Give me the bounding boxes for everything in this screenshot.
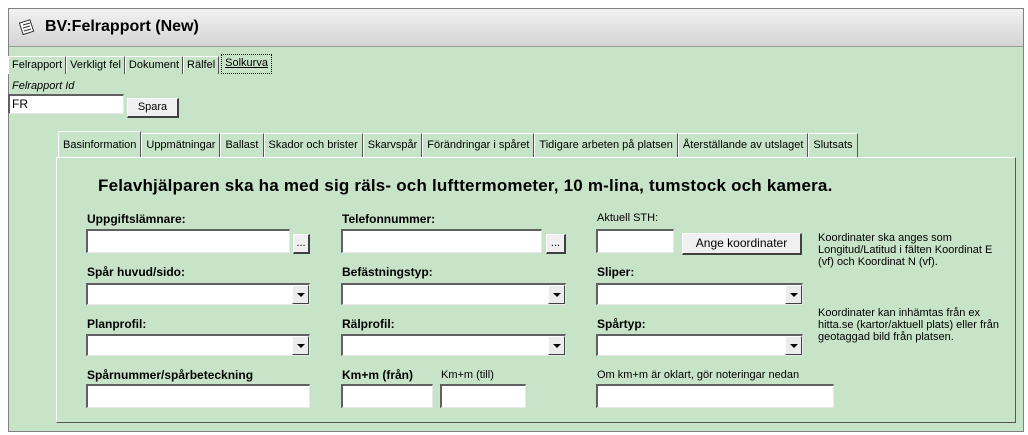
- planprofil-label: Planprofil:: [87, 317, 147, 331]
- tab-aterstallande[interactable]: Återställande av utslaget: [677, 133, 809, 157]
- planprofil-select[interactable]: [86, 334, 310, 356]
- spartyp-label: Spårtyp:: [597, 317, 646, 331]
- km-fran-field[interactable]: [341, 384, 433, 408]
- inner-tab-bar: Basinformation Uppmätningar Ballast Skad…: [58, 131, 858, 157]
- tab-uppmatningar[interactable]: Uppmätningar: [141, 133, 221, 157]
- tab-skador-och-brister[interactable]: Skador och brister: [263, 133, 363, 157]
- ralprofil-select[interactable]: [341, 334, 566, 356]
- sliper-label: Sliper:: [597, 265, 635, 279]
- tab-forandringar-i-sparet[interactable]: Förändringar i spåret: [422, 133, 535, 157]
- window-title: BV:Felrapport (New): [45, 18, 199, 35]
- form-heading: Felavhjälparen ska ha med sig räls- och …: [98, 176, 833, 195]
- befastningstyp-label: Befästningstyp:: [342, 265, 433, 279]
- befastningstyp-dropdown-arrow-icon[interactable]: [548, 285, 565, 304]
- tab-basinformation[interactable]: Basinformation: [58, 131, 142, 157]
- coordinate-note-2: Koordinater kan inhämtas från ex hitta.s…: [818, 307, 999, 343]
- uppgiftslamnare-label: Uppgiftslämnare:: [87, 212, 186, 226]
- telefonnummer-field[interactable]: [341, 229, 542, 253]
- km-till-field[interactable]: [440, 384, 526, 408]
- spar-select[interactable]: [86, 283, 310, 305]
- tab-verkligt-fel[interactable]: Verkligt fel: [66, 56, 125, 74]
- km-till-label: Km+m (till): [441, 369, 494, 381]
- tab-solkurva-label: Solkurva: [225, 57, 268, 69]
- spar-label: Spår huvud/sido:: [87, 265, 186, 279]
- tab-slutsats[interactable]: Slutsats: [808, 133, 858, 157]
- planprofil-dropdown-arrow-icon[interactable]: [292, 336, 309, 355]
- save-button[interactable]: Spara: [127, 98, 179, 118]
- telefonnummer-browse-button[interactable]: ...: [546, 234, 566, 254]
- ralprofil-dropdown-arrow-icon[interactable]: [548, 336, 565, 355]
- tab-ralfel[interactable]: Rälfel: [183, 56, 220, 74]
- spartyp-select[interactable]: [596, 334, 803, 356]
- sparnummer-label: Spårnummer/spårbeteckning: [87, 368, 254, 382]
- aktuell-sth-field[interactable]: [596, 229, 674, 253]
- tab-solkurva[interactable]: Solkurva: [221, 54, 272, 74]
- sliper-dropdown-arrow-icon[interactable]: [785, 285, 802, 304]
- report-id-field[interactable]: FR: [8, 94, 124, 114]
- km-note-field[interactable]: [596, 384, 834, 408]
- uppgiftslamnare-browse-button[interactable]: ...: [293, 234, 310, 254]
- spartyp-dropdown-arrow-icon[interactable]: [785, 336, 802, 355]
- tab-skarvspar[interactable]: Skarvspår: [362, 133, 423, 157]
- tab-ballast[interactable]: Ballast: [220, 133, 264, 157]
- coordinate-note-1: Koordinater ska anges som Longitud/Latit…: [818, 232, 993, 268]
- report-id-label: Felrapport Id: [12, 80, 75, 92]
- sliper-select[interactable]: [596, 283, 803, 305]
- form-icon: [19, 19, 35, 35]
- km-note-label: Om km+m är oklart, gör noteringar nedan: [597, 369, 800, 381]
- tab-felrapport[interactable]: Felrapport: [8, 56, 67, 74]
- ange-koordinater-button[interactable]: Ange koordinater: [682, 233, 802, 255]
- tab-tidigare-arbeten[interactable]: Tidigare arbeten på platsen: [534, 133, 678, 157]
- km-fran-label: Km+m (från): [342, 368, 414, 382]
- spar-dropdown-arrow-icon[interactable]: [292, 285, 309, 304]
- befastningstyp-select[interactable]: [341, 283, 566, 305]
- uppgiftslamnare-field[interactable]: [86, 229, 290, 253]
- aktuell-sth-label: Aktuell STH:: [597, 212, 659, 224]
- tab-dokument[interactable]: Dokument: [124, 56, 184, 74]
- sparnummer-field[interactable]: [86, 384, 310, 408]
- top-tab-bar: Felrapport Verkligt fel Dokument Rälfel …: [8, 54, 272, 74]
- ralprofil-label: Rälprofil:: [342, 317, 395, 331]
- title-bar: BV:Felrapport (New): [9, 9, 1023, 47]
- telefonnummer-label: Telefonnummer:: [342, 212, 436, 226]
